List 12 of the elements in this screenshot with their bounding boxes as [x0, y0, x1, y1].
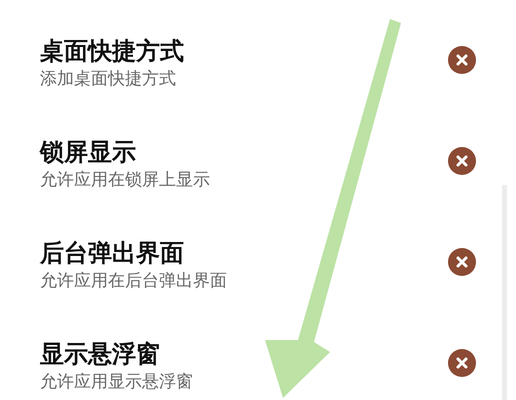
- close-icon[interactable]: [448, 46, 476, 74]
- close-icon[interactable]: [448, 248, 476, 276]
- permission-description: 添加桌面快捷方式: [40, 68, 177, 90]
- permission-description: 允许应用显示悬浮窗: [40, 370, 193, 394]
- permission-title: 后台弹出界面: [40, 238, 185, 268]
- permission-title: 桌面快捷方式: [40, 36, 184, 66]
- close-icon[interactable]: [448, 348, 476, 376]
- permission-title: 显示悬浮窗: [40, 338, 161, 370]
- permission-description: 允许应用在后台弹出界面: [40, 270, 227, 292]
- permission-title: 锁屏显示: [40, 136, 137, 168]
- permission-description: 允许应用在锁屏上显示: [40, 168, 210, 192]
- close-icon[interactable]: [448, 146, 476, 174]
